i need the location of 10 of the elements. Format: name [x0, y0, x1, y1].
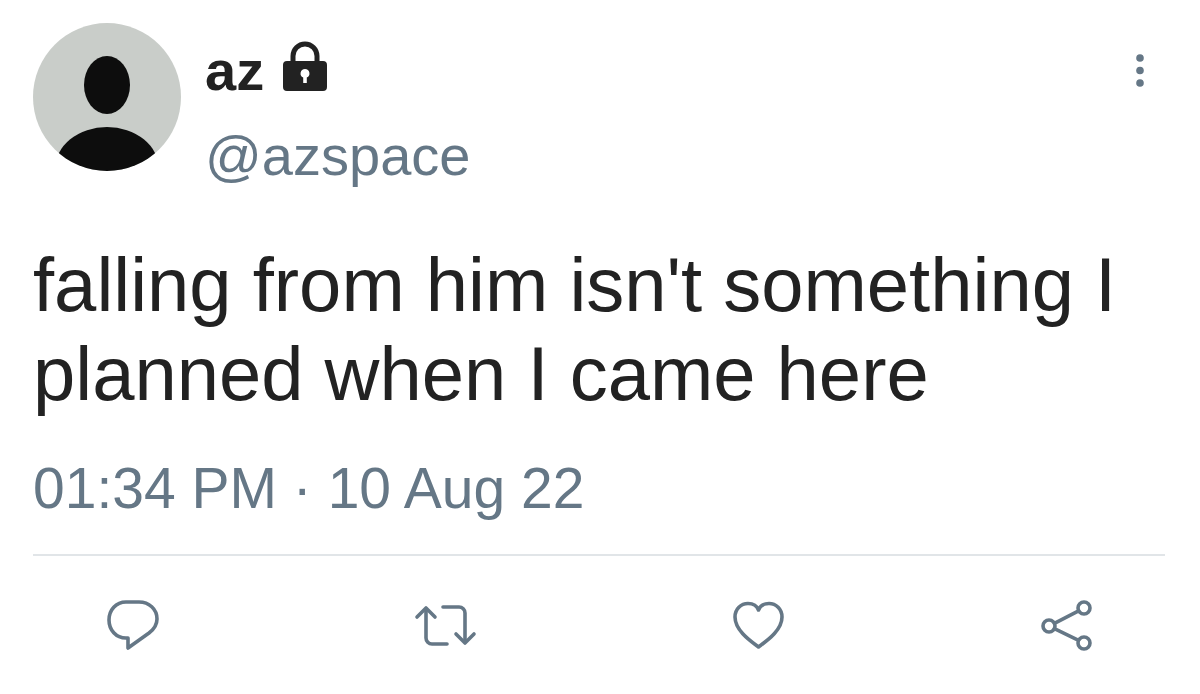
share-icon[interactable]: [1040, 599, 1093, 651]
speech-bubble-icon[interactable]: [107, 599, 159, 651]
tweet-timestamp: 01:34 PM · 10 Aug 22: [33, 455, 586, 521]
heart-icon[interactable]: [732, 600, 785, 650]
tweet-text: falling from him isn't something I planned when I came here: [33, 241, 1118, 418]
author-name[interactable]: az: [205, 39, 265, 103]
author-handle[interactable]: @azspace: [205, 124, 471, 188]
repost-arrows-icon[interactable]: [414, 603, 477, 647]
avatar-silhouette[interactable]: [33, 23, 181, 171]
more-options-icon[interactable]: [1136, 54, 1144, 87]
